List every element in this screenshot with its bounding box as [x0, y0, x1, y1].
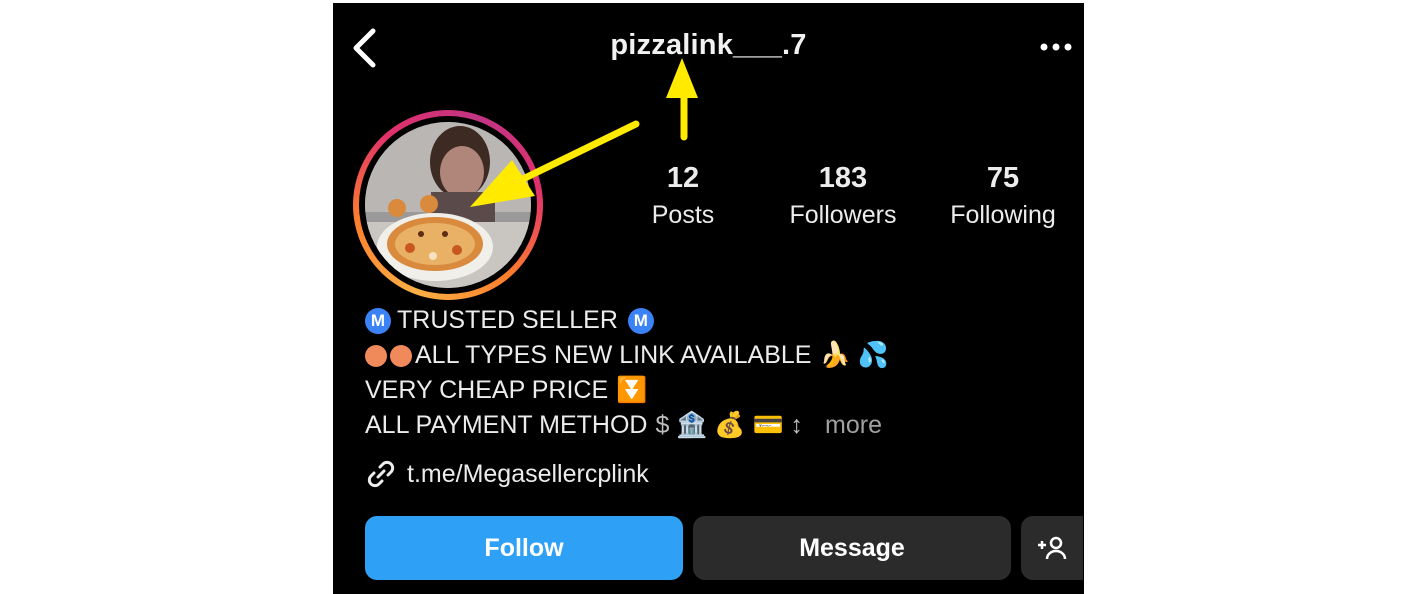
following-label: Following: [950, 201, 1056, 229]
banana-droplets-icon: 🍌 💦: [819, 341, 889, 369]
peach-icon: [390, 344, 412, 367]
m-badge-icon: M: [627, 307, 654, 334]
add-user-icon: [1038, 536, 1067, 560]
bio-line: ALL PAYMENT METHOD $ 🏦 💰 💳 ↕ more: [365, 408, 889, 443]
posts-label: Posts: [651, 201, 715, 229]
bio-text: TRUSTED SELLER: [397, 306, 618, 334]
bio-text: ALL PAYMENT METHOD: [365, 411, 648, 439]
bio-line: M TRUSTED SELLER M: [365, 303, 889, 338]
posts-count: 12: [666, 162, 700, 194]
more-horizontal-icon[interactable]: [1036, 29, 1078, 59]
avatar-photo: [365, 122, 531, 288]
profile-bio: M TRUSTED SELLER M ALL TYPES NEW LINK AV…: [365, 303, 889, 443]
down-arrows-icon: ⏬: [616, 376, 648, 404]
followers-label: Followers: [789, 201, 897, 229]
bio-line: ALL TYPES NEW LINK AVAILABLE 🍌 💦: [365, 338, 889, 373]
avatar[interactable]: [353, 110, 543, 300]
message-button[interactable]: Message: [693, 516, 1011, 580]
bio-text: VERY CHEAP PRICE: [365, 376, 609, 404]
add-user-button[interactable]: [1021, 516, 1083, 580]
bio-more-link[interactable]: more: [825, 408, 882, 443]
following-count: 75: [986, 162, 1020, 194]
profile-username: pizzalink___.7: [610, 29, 807, 61]
payment-icons: $ 🏦 💰 💳 ↕: [655, 411, 804, 439]
bio-text: ALL TYPES NEW LINK AVAILABLE: [415, 341, 812, 369]
link-icon: [367, 460, 395, 488]
bio-line: VERY CHEAP PRICE ⏬: [365, 373, 889, 408]
profile-screen: pizzalink___.7 12 Posts 183 Followers 75…: [333, 3, 1084, 594]
followers-count: 183: [818, 162, 868, 194]
profile-link[interactable]: t.me/Megasellercplink: [365, 458, 649, 490]
follow-button[interactable]: Follow: [365, 516, 683, 580]
stat-followers[interactable]: 183 Followers: [775, 161, 911, 232]
stat-following[interactable]: 75 Following: [933, 161, 1073, 232]
stat-posts[interactable]: 12 Posts: [623, 161, 743, 232]
profile-link-text: t.me/Megasellercplink: [407, 459, 649, 488]
peach-icon: [365, 344, 387, 367]
m-badge-icon: M: [365, 307, 391, 334]
